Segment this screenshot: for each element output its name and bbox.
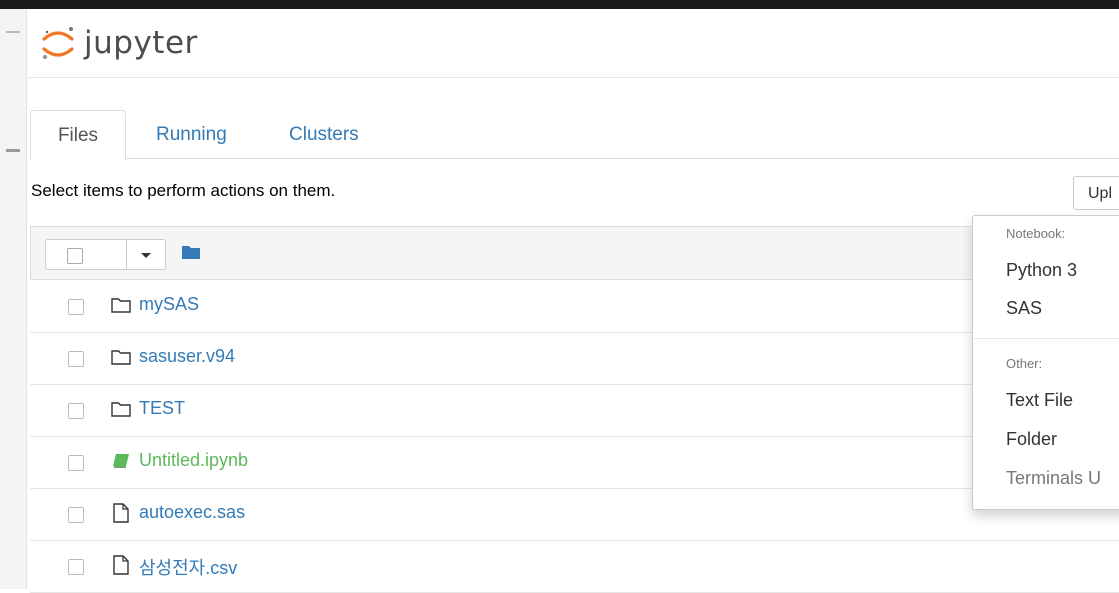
tab-bar: Files Running Clusters [30, 110, 1119, 160]
left-window-edge [0, 9, 27, 589]
menu-item-terminals: Terminals U [1006, 468, 1102, 488]
window-top-bar [0, 0, 1119, 9]
file-icon [113, 503, 129, 523]
folder-icon [111, 350, 131, 365]
file-list-header [30, 226, 1119, 280]
select-all-dropdown[interactable] [45, 239, 166, 270]
menu-item-text-file[interactable]: Text File [1006, 390, 1073, 411]
file-name-link[interactable]: sasuser.v94 [139, 346, 235, 367]
jupyter-logo-icon [42, 27, 74, 60]
file-name-link[interactable]: mySAS [139, 294, 199, 315]
menu-item-sas[interactable]: SAS [1006, 298, 1042, 319]
menu-divider [974, 338, 1119, 339]
menu-header-notebook: Notebook: [1006, 226, 1066, 241]
list-item[interactable]: sasuser.v94 [30, 332, 1119, 385]
notebook-icon [113, 454, 129, 468]
file-icon [113, 555, 129, 575]
tab-running[interactable]: Running [156, 110, 227, 158]
list-item[interactable]: Untitled.ipynb [30, 436, 1119, 489]
folder-icon [111, 402, 131, 417]
row-checkbox[interactable] [68, 351, 84, 367]
file-name-link[interactable]: autoexec.sas [139, 502, 245, 523]
menu-item-folder[interactable]: Folder [1006, 429, 1057, 450]
row-checkbox[interactable] [68, 455, 84, 471]
instructions-text: Select items to perform actions on them. [31, 181, 336, 200]
tab-clusters[interactable]: Clusters [289, 110, 359, 158]
select-all-checkbox[interactable] [67, 248, 83, 264]
file-name-link[interactable]: 삼성전자.csv [139, 554, 237, 580]
edge-mark [6, 149, 20, 152]
tab-files[interactable]: Files [30, 110, 126, 160]
menu-item-python3[interactable]: Python 3 [1006, 260, 1077, 281]
list-item[interactable]: TEST [30, 384, 1119, 437]
row-checkbox[interactable] [68, 559, 84, 575]
jupyter-logo[interactable]: jupyter [38, 23, 198, 63]
list-item[interactable]: mySAS [30, 280, 1119, 333]
folder-icon[interactable] [181, 244, 201, 260]
row-checkbox[interactable] [68, 299, 84, 315]
new-menu-dropdown: Notebook: Python 3 SAS Other: Text File … [972, 215, 1119, 510]
combo-divider [126, 240, 127, 269]
chevron-down-icon[interactable] [141, 253, 151, 258]
folder-icon [111, 298, 131, 313]
row-checkbox[interactable] [68, 507, 84, 523]
row-checkbox[interactable] [68, 403, 84, 419]
upload-button[interactable]: Upl [1073, 176, 1119, 210]
file-name-link[interactable]: Untitled.ipynb [139, 450, 248, 471]
edge-mark [6, 31, 20, 33]
list-item[interactable]: autoexec.sas [30, 488, 1119, 541]
file-name-link[interactable]: TEST [139, 398, 185, 419]
logo-text: jupyter [84, 25, 198, 61]
list-item[interactable]: 삼성전자.csv [30, 540, 1119, 593]
menu-header-other: Other: [1006, 356, 1043, 371]
header: jupyter [26, 9, 1119, 78]
